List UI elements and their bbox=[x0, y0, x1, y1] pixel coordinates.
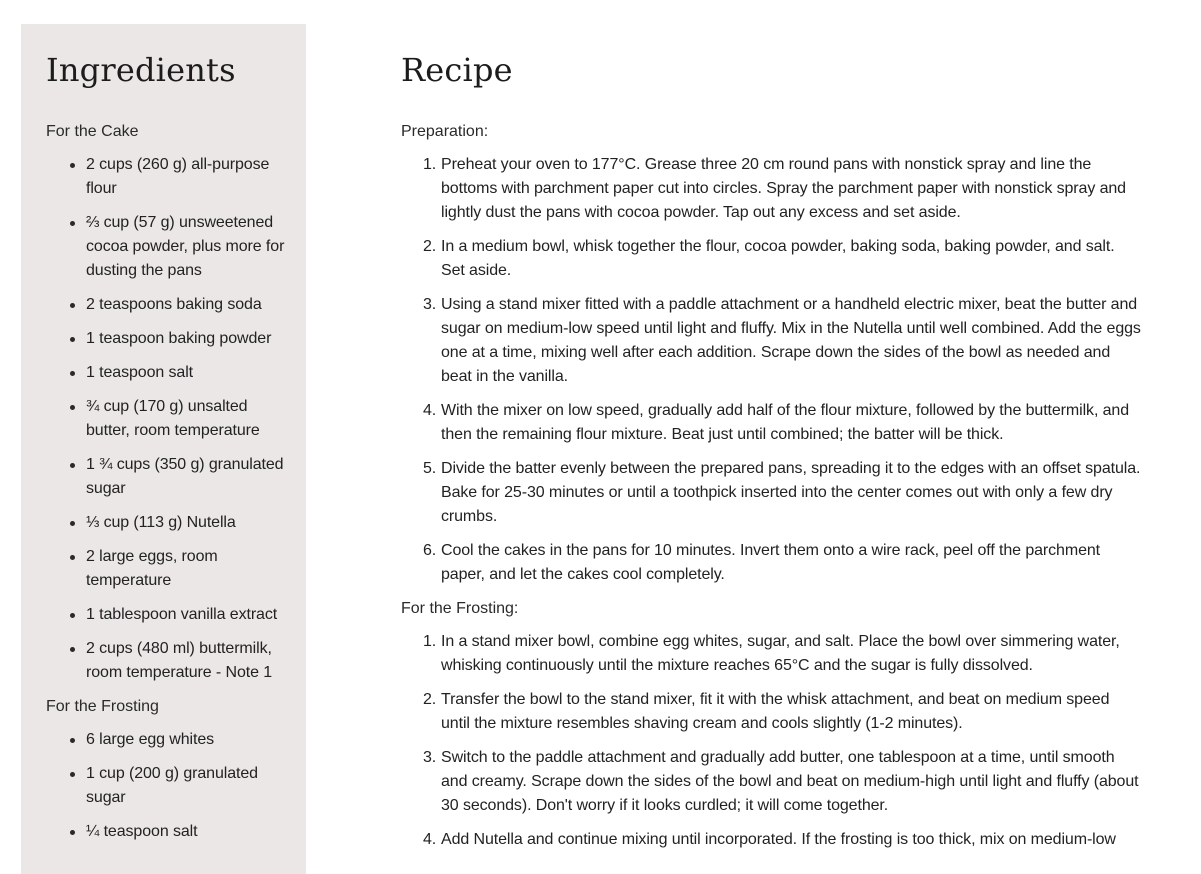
ingredient-item: ⅓ cup (113 g) Nutella bbox=[70, 511, 286, 535]
step-text: Cool the cakes in the pans for 10 minute… bbox=[441, 542, 1101, 583]
ingredient-item: 1 teaspoon salt bbox=[70, 361, 286, 385]
step-text: With the mixer on low speed, gradually a… bbox=[441, 402, 1130, 443]
step-text: Using a stand mixer fitted with a paddle… bbox=[441, 296, 1141, 385]
ingredient-item: 2 cups (260 g) all-purpose flour bbox=[70, 153, 286, 201]
ingredient-item: 1 tablespoon vanilla extract bbox=[70, 603, 286, 627]
ingredient-item: ¾ cup (170 g) unsalted butter, room temp… bbox=[70, 395, 286, 443]
step-number: 1. bbox=[423, 156, 437, 173]
step-text: Transfer the bowl to the stand mixer, fi… bbox=[441, 691, 1110, 732]
step-number: 5. bbox=[423, 460, 437, 477]
ingredients-list-frosting: 6 large egg whites 1 cup (200 g) granula… bbox=[46, 728, 286, 844]
ingredient-item: 6 large egg whites bbox=[70, 728, 286, 752]
recipe-steps-frosting: 1. In a stand mixer bowl, combine egg whi… bbox=[401, 630, 1141, 852]
step-number: 6. bbox=[423, 542, 437, 559]
step-number: 3. bbox=[423, 296, 437, 313]
step-text: Switch to the paddle attachment and grad… bbox=[441, 749, 1139, 814]
recipe-step: 4. Add Nutella and continue mixing until … bbox=[423, 828, 1141, 852]
step-number: 1. bbox=[423, 633, 437, 650]
step-text: Preheat your oven to 177°C. Grease three… bbox=[441, 156, 1126, 221]
recipe-step: 6. Cool the cakes in the pans for 10 minu… bbox=[423, 539, 1141, 587]
ingredient-item: ⅔ cup (57 g) unsweetened cocoa powder, p… bbox=[70, 211, 286, 283]
step-text: In a stand mixer bowl, combine egg white… bbox=[441, 633, 1120, 674]
ingredients-sidebar: Ingredients For the Cake 2 cups (260 g) … bbox=[21, 24, 306, 874]
recipe-step: 4. With the mixer on low speed, gradually… bbox=[423, 399, 1141, 447]
ingredients-section-label-cake: For the Cake bbox=[46, 123, 139, 140]
recipe-step: 2. In a medium bowl, whisk together the f… bbox=[423, 235, 1141, 283]
ingredients-title: Ingredients bbox=[46, 51, 236, 89]
recipe-step: 3. Using a stand mixer fitted with a padd… bbox=[423, 293, 1141, 389]
recipe-step: 1. Preheat your oven to 177°C. Grease thr… bbox=[423, 153, 1141, 225]
recipe-section-label-frosting: For the Frosting: bbox=[401, 600, 519, 617]
step-number: 4. bbox=[423, 402, 437, 419]
recipe-step: 5. Divide the batter evenly between the p… bbox=[423, 457, 1141, 529]
ingredients-section-label-frosting: For the Frosting bbox=[46, 698, 159, 715]
step-number: 2. bbox=[423, 691, 437, 708]
ingredients-list-cake: 2 cups (260 g) all-purpose flour ⅔ cup (… bbox=[46, 153, 286, 685]
ingredient-item: ¼ teaspoon salt bbox=[70, 820, 286, 844]
recipe-step: 2. Transfer the bowl to the stand mixer, … bbox=[423, 688, 1141, 736]
recipe-step: 1. In a stand mixer bowl, combine egg whi… bbox=[423, 630, 1141, 678]
recipe-step: 3. Switch to the paddle attachment and gr… bbox=[423, 746, 1141, 818]
ingredient-item: 2 teaspoons baking soda bbox=[70, 293, 286, 317]
recipe-main: Recipe Preparation: 1. Preheat your oven … bbox=[401, 24, 1141, 862]
ingredient-item: 2 large eggs, room temperature bbox=[70, 545, 286, 593]
step-number: 2. bbox=[423, 238, 437, 255]
recipe-steps-preparation: 1. Preheat your oven to 177°C. Grease thr… bbox=[401, 153, 1141, 587]
recipe-section-label-preparation: Preparation: bbox=[401, 123, 489, 140]
step-text: Divide the batter evenly between the pre… bbox=[441, 460, 1141, 525]
step-number: 3. bbox=[423, 749, 437, 766]
ingredient-item: 1 cup (200 g) granulated sugar bbox=[70, 762, 286, 810]
recipe-title: Recipe bbox=[401, 51, 513, 89]
ingredient-item: 1 ¾ cups (350 g) granulated sugar bbox=[70, 453, 286, 501]
step-number: 4. bbox=[423, 831, 437, 848]
step-text: Add Nutella and continue mixing until in… bbox=[441, 831, 1116, 848]
ingredient-item: 2 cups (480 ml) buttermilk, room tempera… bbox=[70, 637, 286, 685]
ingredient-item: 1 teaspoon baking powder bbox=[70, 327, 286, 351]
step-text: In a medium bowl, whisk together the flo… bbox=[441, 238, 1115, 279]
